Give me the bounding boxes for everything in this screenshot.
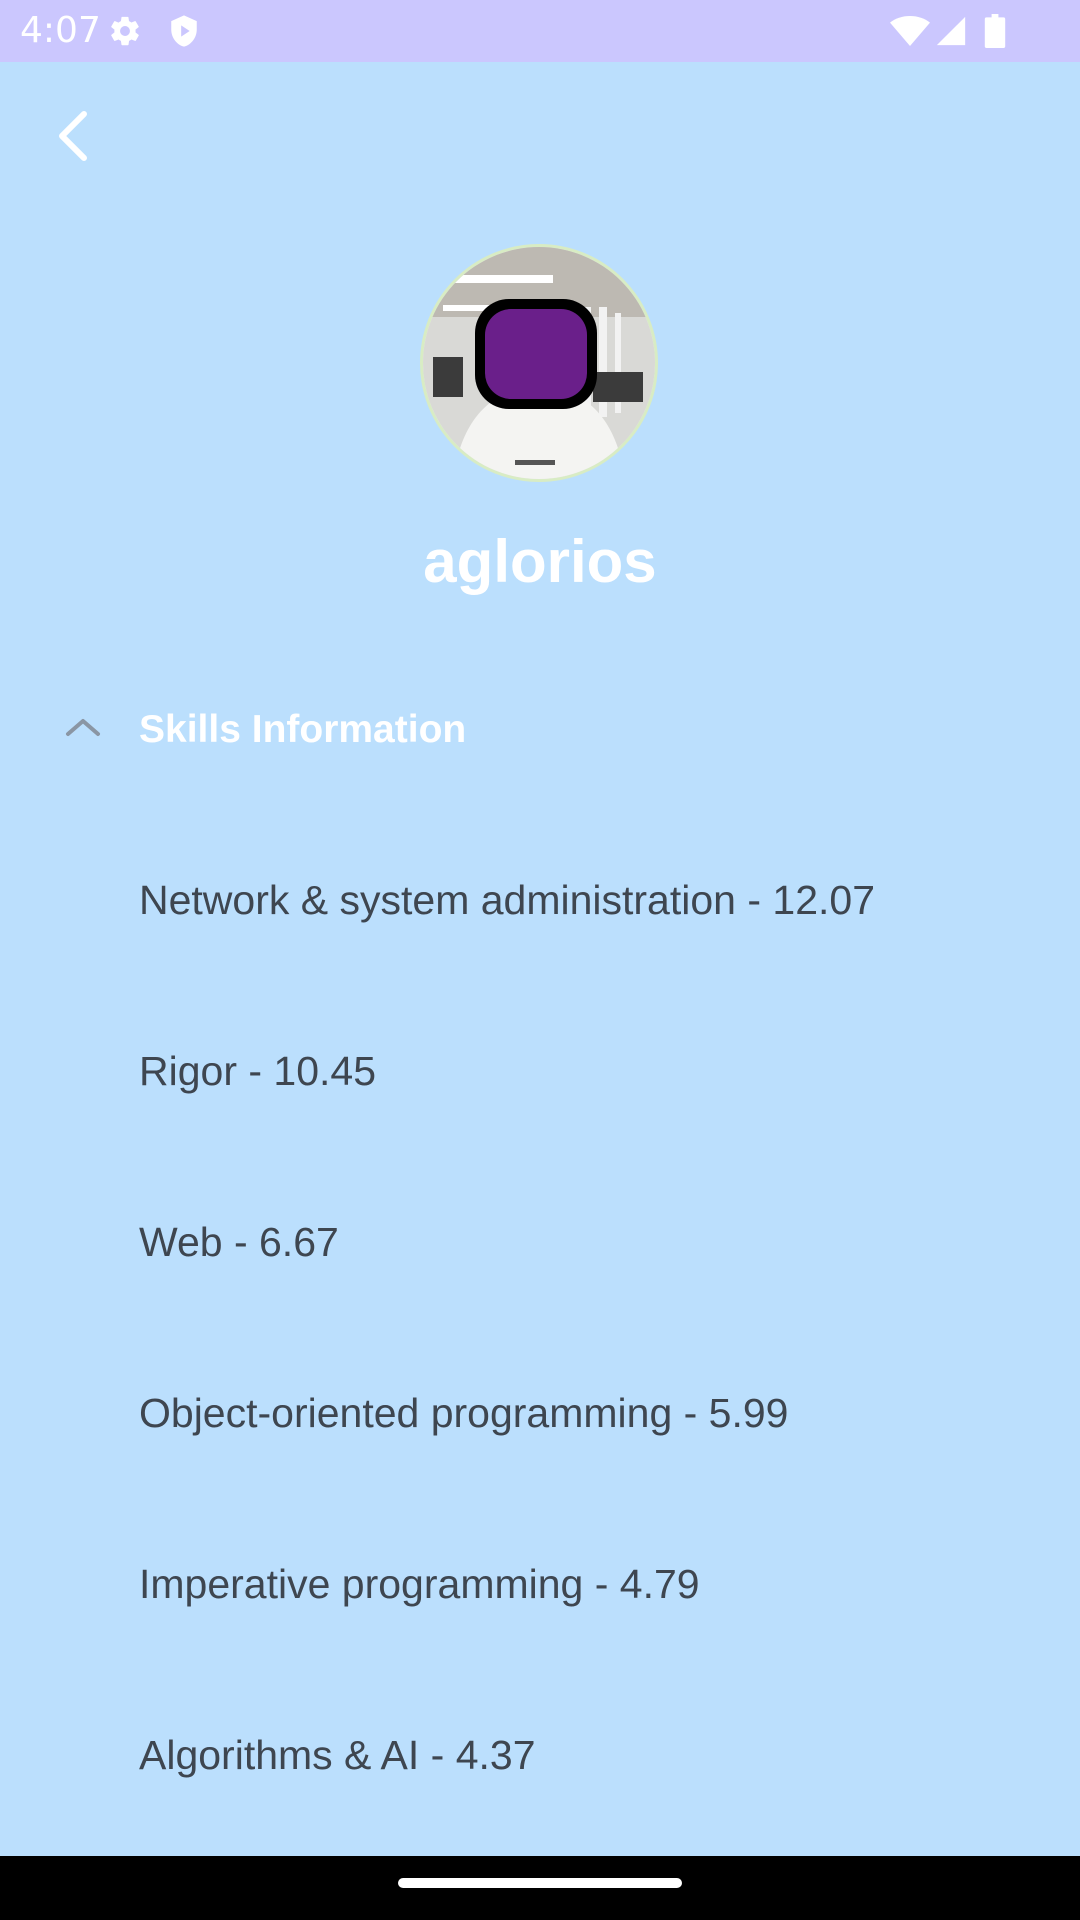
chevron-left-icon [59, 111, 87, 161]
list-item[interactable]: Network & system administration - 12.07 [0, 844, 1080, 1015]
list-item[interactable]: Web - 6.67 [0, 1186, 1080, 1357]
skill-label: Rigor - 10.45 [139, 1048, 377, 1094]
signal-icon [934, 14, 968, 53]
wifi-icon [890, 14, 930, 53]
navigation-bar [0, 1856, 1080, 1920]
username: aglorios [423, 528, 657, 595]
list-item[interactable]: Imperative programming - 4.79 [0, 1528, 1080, 1699]
skill-label: Object-oriented programming - 5.99 [139, 1390, 789, 1436]
gear-icon [108, 14, 142, 53]
back-button[interactable] [40, 100, 110, 170]
skills-section-toggle[interactable]: Skills Information [0, 690, 1080, 770]
skill-list: Network & system administration - 12.07 … [0, 844, 1080, 1870]
list-item[interactable]: Rigor - 10.45 [0, 1015, 1080, 1186]
shield-icon [167, 14, 201, 53]
status-time: 4:07 [20, 10, 101, 51]
skill-label: Imperative programming - 4.79 [139, 1561, 700, 1607]
status-bar: 4:07 [0, 0, 1080, 62]
chevron-up-icon [62, 712, 104, 747]
list-item[interactable]: Algorithms & AI - 4.37 [0, 1699, 1080, 1870]
section-title: Skills Information [139, 708, 467, 751]
battery-icon [984, 14, 1006, 53]
skill-label: Algorithms & AI - 4.37 [139, 1732, 536, 1778]
skill-label: Network & system administration - 12.07 [139, 877, 875, 923]
avatar [420, 244, 658, 482]
skill-label: Web - 6.67 [139, 1219, 339, 1265]
profile-photo [423, 247, 655, 479]
home-handle[interactable] [398, 1878, 682, 1888]
list-item[interactable]: Object-oriented programming - 5.99 [0, 1357, 1080, 1528]
